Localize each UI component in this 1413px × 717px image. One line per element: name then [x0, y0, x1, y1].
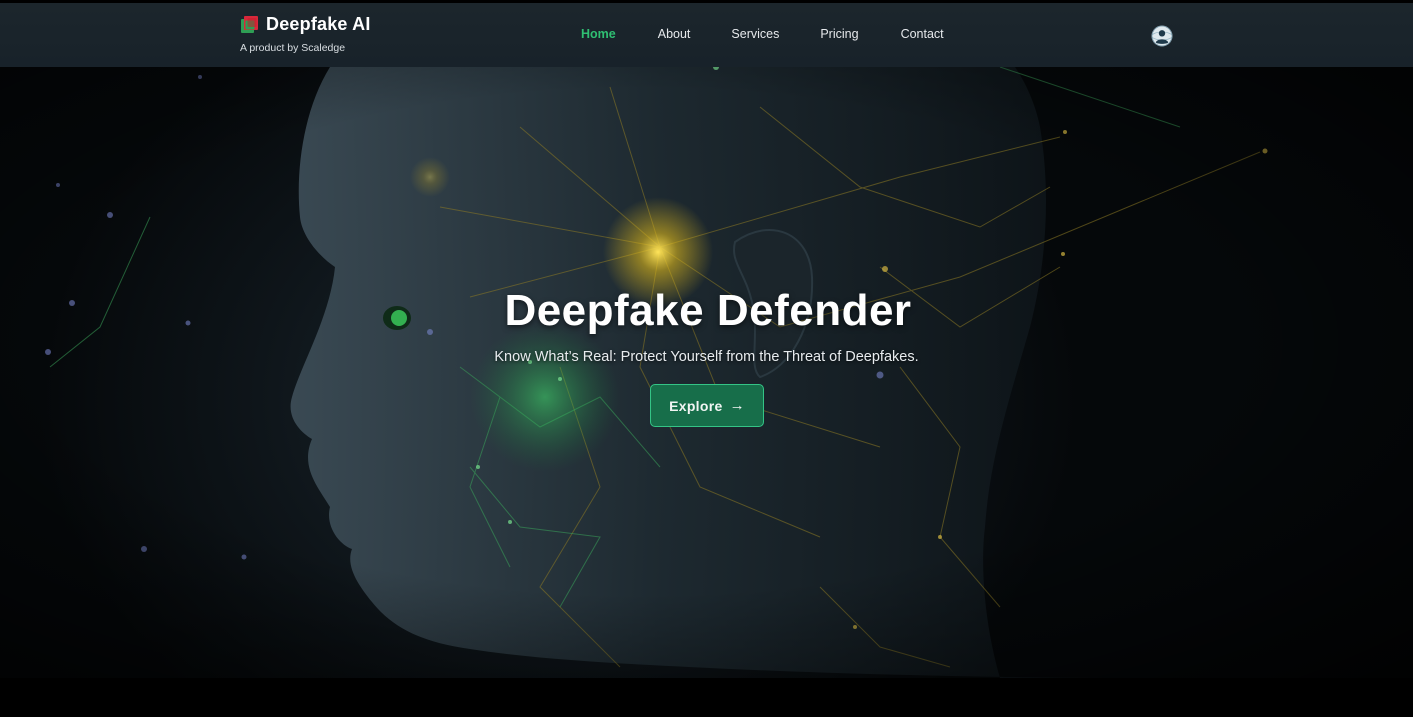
brand-subtitle: A product by Scaledge — [240, 42, 346, 54]
user-globe-icon[interactable] — [1151, 25, 1173, 47]
brand-title: Deepfake AI — [266, 14, 371, 34]
layered-square-logo-icon — [241, 15, 258, 33]
explore-button[interactable]: Explore → — [650, 384, 764, 427]
explore-button-label: Explore — [669, 397, 723, 414]
main-nav: Home About Services Pricing Contact — [581, 27, 944, 41]
top-nav-bar: Deepfake AI A product by Scaledge Home A… — [0, 0, 1413, 67]
page: Deepfake AI A product by Scaledge Home A… — [0, 0, 1413, 717]
hero-title: Deepfake Defender — [504, 286, 912, 335]
nav-item-home[interactable]: Home — [581, 27, 616, 41]
nav-item-services[interactable]: Services — [731, 27, 779, 41]
brand-row: Deepfake AI — [240, 14, 371, 35]
brand[interactable]: Deepfake AI A product by Scaledge — [240, 14, 371, 54]
arrow-right-icon: → — [729, 397, 745, 414]
hero-subtitle: Know What’s Real: Protect Yourself from … — [494, 349, 919, 365]
nav-item-about[interactable]: About — [658, 27, 691, 41]
nav-item-pricing[interactable]: Pricing — [820, 27, 858, 41]
nav-item-contact[interactable]: Contact — [901, 27, 944, 41]
hero-content: Deepfake Defender Know What’s Real: Prot… — [0, 285, 1413, 427]
bottom-black-strip — [0, 678, 1413, 717]
hero-section: Deepfake Defender Know What’s Real: Prot… — [0, 67, 1413, 678]
